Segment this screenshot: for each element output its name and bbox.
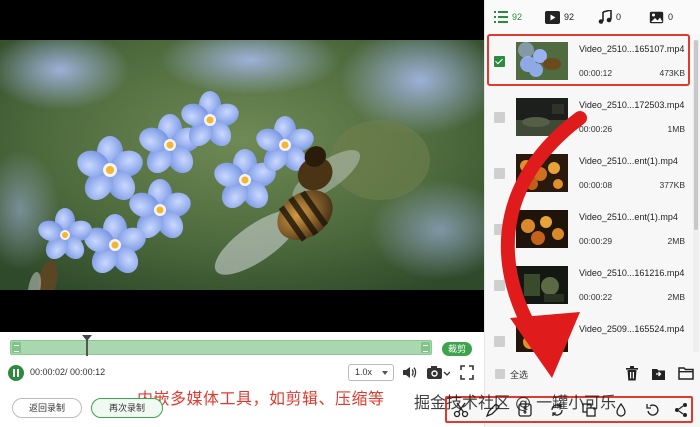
file-duration: 00:00:08 bbox=[579, 180, 613, 190]
select-all-checkbox[interactable] bbox=[495, 369, 505, 379]
total-time: / 00:00:12 bbox=[65, 367, 106, 377]
letterbox-top bbox=[0, 0, 484, 40]
list-actions: 全选 bbox=[485, 360, 700, 388]
import-icon[interactable] bbox=[651, 366, 666, 384]
item-checkbox[interactable] bbox=[494, 336, 505, 347]
file-duration: 00:00:12 bbox=[579, 68, 613, 78]
image-icon bbox=[649, 11, 664, 24]
video-thumbnail bbox=[516, 266, 568, 304]
folder-icon[interactable] bbox=[678, 366, 694, 383]
file-name: Video_2510...ent(1).mp4 bbox=[579, 156, 678, 166]
file-duration: 00:00:26 bbox=[579, 124, 613, 134]
video-thumbnail bbox=[516, 42, 568, 80]
tab-count: 92 bbox=[564, 12, 575, 22]
file-panel: 92 92 0 0 Video_2510...165107.mp4 00:00:… bbox=[484, 0, 700, 427]
camera-icon[interactable] bbox=[426, 364, 451, 381]
trim-end-handle[interactable] bbox=[421, 342, 430, 353]
video-thumbnail bbox=[516, 322, 568, 352]
back-to-record-button[interactable]: 返回录制 bbox=[12, 398, 82, 418]
trim-timeline[interactable] bbox=[10, 340, 432, 355]
list-item[interactable]: Video_2510...172503.mp4 00:00:26 1MB bbox=[485, 90, 693, 146]
trim-start-handle[interactable] bbox=[12, 342, 21, 353]
item-checkbox[interactable] bbox=[494, 168, 505, 179]
item-checkbox[interactable] bbox=[494, 224, 505, 235]
file-name: Video_2510...165107.mp4 bbox=[579, 44, 685, 54]
item-checkbox[interactable] bbox=[494, 280, 505, 291]
file-name: Video_2510...ent(1).mp4 bbox=[579, 212, 678, 222]
annotation-caption: 内嵌多媒体工具，如剪辑、压缩等 bbox=[137, 389, 385, 408]
record-again-button[interactable]: 再次录制 bbox=[91, 398, 163, 418]
video-icon bbox=[545, 10, 560, 24]
list-item[interactable]: Video_2510...ent(1).mp4 00:00:29 2MB bbox=[485, 202, 693, 258]
volume-icon[interactable] bbox=[401, 364, 417, 381]
video-thumbnail bbox=[516, 98, 568, 136]
rotate-tool-icon[interactable] bbox=[645, 402, 661, 421]
file-list: Video_2510...165107.mp4 00:00:12 473KB V… bbox=[485, 34, 693, 352]
pause-button[interactable] bbox=[8, 365, 24, 381]
list-item[interactable]: Video_2510...165107.mp4 00:00:12 473KB bbox=[485, 34, 693, 90]
tab-count: 92 bbox=[512, 12, 523, 22]
watermark-text: 掘金技术社区 @ 一罐小可乐 bbox=[414, 393, 617, 412]
tab-videos[interactable]: 92 bbox=[545, 8, 574, 26]
file-size: 473KB bbox=[659, 68, 685, 78]
fullscreen-icon[interactable] bbox=[459, 364, 475, 381]
letterbox-bottom bbox=[0, 290, 484, 332]
file-name: Video_2510...161216.mp4 bbox=[579, 268, 685, 278]
video-preview[interactable] bbox=[0, 40, 484, 290]
select-all-label[interactable]: 全选 bbox=[510, 368, 528, 381]
video-thumbnail bbox=[516, 210, 568, 248]
list-item[interactable]: Video_2510...161216.mp4 00:00:22 2MB bbox=[485, 258, 693, 314]
time-readout: 00:00:02/ 00:00:12 bbox=[30, 367, 105, 377]
file-duration: 00:00:29 bbox=[579, 236, 613, 246]
list-item[interactable]: Video_2510...ent(1).mp4 00:00:08 377KB bbox=[485, 146, 693, 202]
video-frame-image bbox=[0, 40, 484, 290]
video-thumbnail bbox=[516, 154, 568, 192]
current-time: 00:00:02 bbox=[30, 367, 66, 377]
share-tool-icon[interactable] bbox=[673, 402, 689, 421]
item-checkbox[interactable] bbox=[494, 112, 505, 123]
speed-select[interactable]: 1.0x bbox=[348, 364, 394, 381]
file-size: 2MB bbox=[667, 236, 685, 246]
list-item[interactable]: Video_2509...165524.mp4 bbox=[485, 314, 693, 352]
file-name: Video_2509...165524.mp4 bbox=[579, 324, 685, 334]
list-icon bbox=[494, 11, 508, 23]
file-name: Video_2510...172503.mp4 bbox=[579, 100, 685, 110]
tab-all[interactable]: 92 bbox=[494, 8, 522, 26]
tab-count: 0 bbox=[668, 12, 674, 22]
file-size: 2MB bbox=[667, 292, 685, 302]
cut-button[interactable]: 裁剪 bbox=[442, 342, 472, 356]
music-icon bbox=[598, 10, 612, 24]
item-checkbox[interactable] bbox=[494, 56, 505, 67]
file-size: 1MB bbox=[667, 124, 685, 134]
scrollbar-thumb[interactable] bbox=[694, 40, 698, 230]
playhead[interactable] bbox=[82, 335, 92, 356]
video-player: 裁剪 00:00:02/ 00:00:12 1.0x 内嵌多媒体工具，如剪辑、压… bbox=[0, 0, 484, 427]
file-size: 377KB bbox=[659, 180, 685, 190]
tab-images[interactable]: 0 bbox=[649, 8, 673, 26]
tab-count: 0 bbox=[616, 12, 622, 22]
file-duration: 00:00:22 bbox=[579, 292, 613, 302]
list-scrollbar[interactable] bbox=[693, 40, 699, 352]
media-tabs: 92 92 0 0 bbox=[485, 0, 700, 34]
tab-audio[interactable]: 0 bbox=[598, 8, 621, 26]
trash-icon[interactable] bbox=[625, 366, 639, 384]
